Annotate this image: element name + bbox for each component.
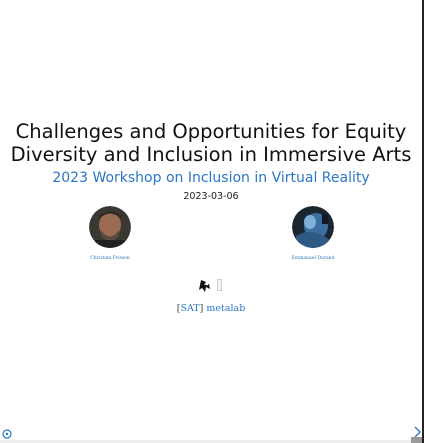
author-name-christian[interactable]: Christian Frisson [65, 256, 155, 261]
author-emmanuel: Emmanuel Durand [268, 206, 358, 261]
slide-subtitle: 2023 Workshop on Inclusion in Virtual Re… [52, 170, 370, 186]
sat-logo-icon [198, 278, 212, 292]
avatar-christian [89, 206, 131, 248]
slide-date: 2023-03-06 [183, 191, 239, 202]
partner-logo-icon [217, 279, 222, 291]
footer-links: [SAT] metalab [0, 303, 422, 314]
author-name-emmanuel[interactable]: Emmanuel Durand [268, 256, 358, 261]
avatar-emmanuel [292, 206, 334, 248]
presentation-slide: Challenges and Opportunities for Equity … [0, 0, 424, 443]
bracket-close: ] [199, 303, 204, 314]
logo-row [198, 278, 228, 292]
sat-link[interactable]: SAT [180, 303, 199, 314]
slide-title-line-1: Challenges and Opportunities for Equity [15, 120, 407, 143]
page-marker [411, 437, 422, 443]
author-christian: Christian Frisson [65, 206, 155, 261]
help-icon[interactable] [2, 424, 12, 439]
metalab-link[interactable]: metalab [206, 303, 245, 314]
chevron-right-icon[interactable] [413, 423, 421, 438]
slide-title: Challenges and Opportunities for Equity … [0, 120, 422, 166]
slide-title-line-2: Diversity and Inclusion in Immersive Art… [10, 143, 412, 166]
